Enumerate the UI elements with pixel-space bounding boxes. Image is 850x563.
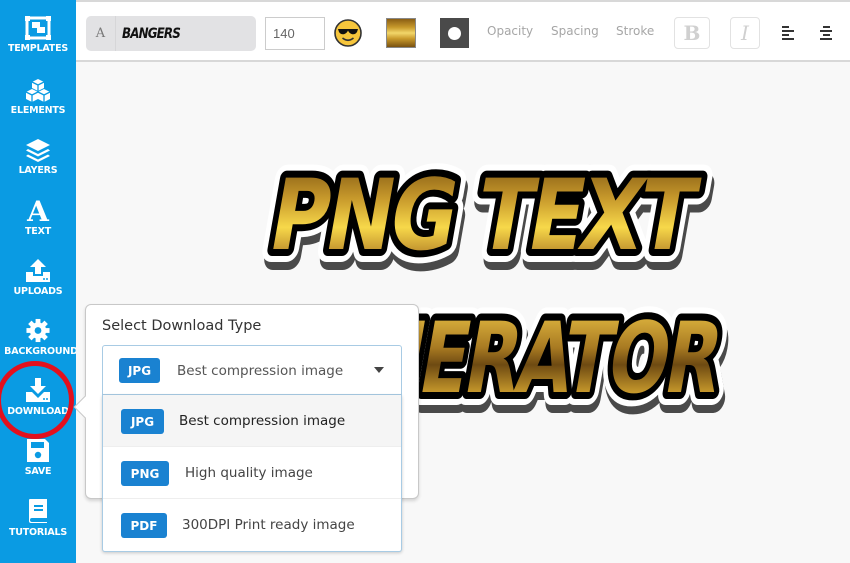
- text-a-icon: A: [26, 198, 50, 223]
- sidebar-label: ELEMENTS: [10, 105, 66, 116]
- font-prefix-icon: A: [86, 16, 116, 51]
- canvas-text-line1: PNG TEXT: [262, 159, 706, 273]
- opacity-button[interactable]: Opacity: [487, 24, 533, 38]
- sidebar-label: DOWNLOAD: [7, 406, 69, 417]
- option-label: High quality image: [185, 465, 313, 481]
- sidebar-item-text[interactable]: A TEXT: [0, 198, 76, 258]
- sidebar-item-background[interactable]: BACKGROUND: [0, 318, 78, 378]
- emoji-button[interactable]: [334, 19, 362, 47]
- caret-down-icon: [374, 367, 384, 373]
- sidebar-item-download[interactable]: DOWNLOAD: [0, 377, 76, 437]
- sidebar-label: LAYERS: [18, 165, 58, 176]
- sidebar-label: UPLOADS: [13, 286, 63, 297]
- templates-icon: [25, 16, 51, 40]
- option-png[interactable]: PNG High quality image: [103, 447, 401, 499]
- shape-circle-button[interactable]: [440, 18, 469, 48]
- selected-type-label: Best compression image: [177, 363, 344, 379]
- selected-type-badge: JPG: [119, 358, 160, 383]
- book-icon: [29, 499, 47, 523]
- cubes-icon: [25, 79, 51, 102]
- option-badge: PNG: [121, 461, 169, 486]
- sidebar-item-layers[interactable]: LAYERS: [0, 138, 76, 198]
- svg-text:A: A: [26, 198, 50, 223]
- option-jpg[interactable]: JPG Best compression image: [103, 395, 401, 447]
- sidebar-item-elements[interactable]: ELEMENTS: [0, 78, 76, 138]
- italic-button[interactable]: I: [730, 17, 760, 49]
- bold-button[interactable]: B: [674, 17, 710, 49]
- font-size-input[interactable]: [265, 17, 325, 50]
- option-badge: PDF: [121, 513, 167, 538]
- align-left-icon[interactable]: [782, 26, 796, 40]
- sidebar-label: TEMPLATES: [7, 43, 69, 54]
- popover-title: Select Download Type: [102, 318, 262, 334]
- upload-icon: [26, 259, 50, 282]
- sidebar-label: TUTORIALS: [8, 527, 68, 538]
- stroke-button[interactable]: Stroke: [616, 24, 654, 38]
- spacing-button[interactable]: Spacing: [551, 24, 599, 38]
- toolbar: A BANGERS Opacity Spacing Stroke B I: [76, 0, 850, 62]
- option-badge: JPG: [121, 409, 164, 434]
- option-label: 300DPI Print ready image: [182, 517, 355, 533]
- sidebar-label: SAVE: [24, 466, 52, 477]
- download-type-options: JPG Best compression image PNG High qual…: [102, 395, 402, 552]
- floppy-disk-icon: [27, 439, 49, 462]
- sidebar-item-uploads[interactable]: UPLOADS: [0, 258, 76, 318]
- download-icon: [26, 378, 50, 402]
- layers-icon: [26, 139, 50, 162]
- option-pdf[interactable]: PDF 300DPI Print ready image: [103, 499, 401, 551]
- font-name: BANGERS: [122, 25, 181, 42]
- sidebar-item-templates[interactable]: TEMPLATES: [0, 16, 76, 76]
- circle-icon: [448, 26, 461, 40]
- sidebar-item-save[interactable]: SAVE: [0, 438, 76, 498]
- sidebar-label: TEXT: [25, 226, 51, 237]
- option-label: Best compression image: [179, 413, 346, 429]
- gear-icon: [26, 318, 50, 343]
- align-center-icon[interactable]: [820, 26, 834, 40]
- fill-color-swatch[interactable]: [386, 18, 416, 48]
- sidebar-label: BACKGROUND: [4, 346, 78, 357]
- app: TEMPLATES ELEMENTS LAYERS A TEXT UPLOADS…: [0, 0, 850, 563]
- sidebar-item-tutorials[interactable]: TUTORIALS: [0, 498, 76, 558]
- font-family-select[interactable]: A BANGERS: [86, 16, 256, 51]
- download-type-select[interactable]: JPG Best compression image: [102, 345, 402, 395]
- sidebar: TEMPLATES ELEMENTS LAYERS A TEXT UPLOADS…: [0, 0, 78, 563]
